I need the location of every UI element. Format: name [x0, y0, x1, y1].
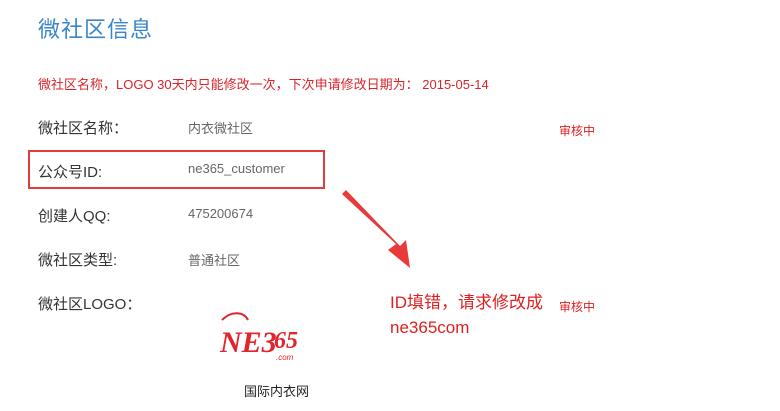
- community-type-value: 普通社区: [188, 253, 241, 268]
- creator-qq-value: 475200674: [188, 206, 254, 221]
- svg-text:.com: .com: [276, 353, 294, 362]
- correction-annotation: ID填错，请求修改成 ne365com: [390, 290, 543, 340]
- annotation-line-2: ne365com: [390, 318, 470, 337]
- logo-caption: 国际内衣网: [244, 384, 310, 399]
- page-title: 微社区信息: [38, 17, 154, 42]
- creator-qq-label: 创建人QQ:: [38, 208, 111, 225]
- name-review-status: 审核中: [559, 124, 596, 138]
- community-logo: NE3 65 .com: [218, 306, 310, 366]
- community-type-label: 微社区类型:: [38, 252, 118, 269]
- community-logo-label: 微社区LOGO：: [38, 296, 142, 313]
- community-name-value: 内衣微社区: [188, 121, 254, 136]
- svg-text:65: 65: [274, 328, 298, 354]
- community-name-label: 微社区名称：: [38, 120, 129, 137]
- edit-notice: 微社区名称，LOGO 30天内只能修改一次，下次申请修改日期为： 2015-05…: [38, 77, 489, 92]
- ne365-logo-icon: NE3 65 .com: [219, 312, 298, 362]
- account-id-value: ne365_customer: [188, 161, 285, 176]
- annotation-line-1: ID填错，请求修改成: [390, 293, 543, 312]
- account-id-label: 公众号ID:: [38, 164, 103, 181]
- logo-review-status: 审核中: [559, 300, 596, 314]
- annotation-arrow-icon: [342, 190, 410, 268]
- svg-text:NE3: NE3: [219, 326, 277, 359]
